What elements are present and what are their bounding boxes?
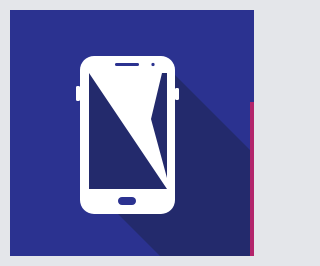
smartphone-icon [10, 10, 254, 256]
phone-side-button-left [76, 86, 80, 101]
phone-speaker [115, 63, 139, 66]
phone-home-button [118, 197, 136, 205]
app-icon-tile [10, 10, 254, 256]
accent-stripe [250, 102, 254, 256]
icon-frame [0, 0, 260, 266]
phone-camera [151, 62, 155, 67]
phone-side-button-right [175, 88, 179, 100]
